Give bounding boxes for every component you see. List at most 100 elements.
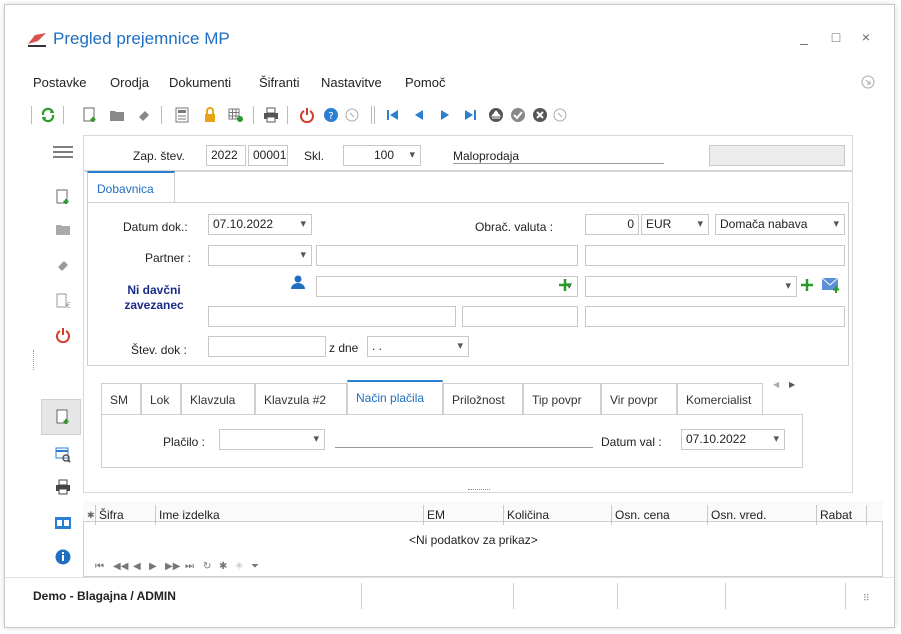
eject-icon[interactable] bbox=[487, 105, 505, 125]
address-dropdown[interactable] bbox=[585, 276, 797, 297]
tab-tip-povpr[interactable]: Tip povpr bbox=[523, 383, 601, 415]
sidebar-new-icon[interactable] bbox=[53, 187, 73, 207]
nav-next-icon[interactable]: ▶ bbox=[149, 561, 157, 572]
close-button[interactable]: × bbox=[857, 29, 875, 45]
open-folder-icon[interactable] bbox=[108, 105, 126, 125]
power-icon[interactable] bbox=[298, 105, 316, 125]
menu-nastavitve[interactable]: Nastavitve bbox=[321, 75, 382, 90]
cancel-icon[interactable] bbox=[531, 105, 549, 125]
grid-settings-icon[interactable] bbox=[227, 105, 245, 125]
tab-lok[interactable]: Lok bbox=[141, 383, 181, 415]
add-address-icon[interactable] bbox=[800, 278, 814, 292]
grid-empty-message: <Ni podatkov za prikaz> bbox=[409, 533, 538, 547]
email-add-icon[interactable] bbox=[821, 276, 841, 294]
eraser-icon[interactable] bbox=[135, 105, 153, 125]
tab-vir-povpr[interactable]: Vir povpr bbox=[601, 383, 677, 415]
nav-prev-page-icon[interactable]: ◀◀ bbox=[113, 561, 128, 572]
tab-nacin-placila[interactable]: Način plačila bbox=[347, 380, 443, 414]
partner-extra-field[interactable] bbox=[585, 245, 845, 266]
tabs-scroll-left-icon[interactable]: ◀ bbox=[773, 380, 779, 389]
calculator-icon[interactable] bbox=[173, 105, 191, 125]
hamburger-menu-icon[interactable] bbox=[53, 142, 73, 162]
menu-pomoc[interactable]: Pomoč bbox=[405, 75, 445, 90]
new-document-icon[interactable] bbox=[81, 105, 99, 125]
next-record-icon[interactable] bbox=[436, 105, 454, 125]
partner-name-field[interactable] bbox=[316, 245, 578, 266]
refresh-icon[interactable] bbox=[39, 105, 57, 125]
sidebar-eraser-icon[interactable] bbox=[53, 255, 73, 275]
menu-postavke[interactable]: Postavke bbox=[33, 75, 86, 90]
nav-prev-icon[interactable]: ◀ bbox=[133, 561, 141, 572]
skl-name-underline bbox=[453, 163, 664, 164]
tab-priloznost[interactable]: Priložnost bbox=[443, 383, 523, 415]
splitter-handle[interactable] bbox=[468, 489, 490, 490]
stev-dok-field[interactable] bbox=[208, 336, 326, 357]
partner-dropdown[interactable] bbox=[208, 245, 312, 266]
grid-new-row-icon[interactable]: ✱ bbox=[84, 505, 96, 525]
sidebar-new-line-icon[interactable] bbox=[53, 407, 73, 427]
first-record-icon[interactable] bbox=[384, 105, 402, 125]
skl-dropdown[interactable]: 100 bbox=[343, 145, 421, 166]
placilo-dropdown[interactable] bbox=[219, 429, 325, 450]
help-icon[interactable]: ? bbox=[322, 105, 340, 125]
collapse-small-icon[interactable] bbox=[343, 105, 361, 125]
add-contact-icon[interactable] bbox=[558, 278, 572, 292]
tab-klavzula[interactable]: Klavzula bbox=[181, 383, 255, 415]
maximize-button[interactable]: □ bbox=[827, 29, 845, 45]
nav-next-page-icon[interactable]: ▶▶ bbox=[165, 561, 180, 572]
col-ime-izdelka[interactable]: Ime izdelka bbox=[156, 505, 424, 525]
col-osn-vred[interactable]: Osn. vred. bbox=[708, 505, 817, 525]
sidebar-table-search-icon[interactable] bbox=[53, 445, 73, 465]
sidebar-folder-icon[interactable] bbox=[53, 219, 73, 239]
nav-first-icon[interactable]: ⏮ bbox=[95, 561, 104, 572]
col-kolicina[interactable]: Količina bbox=[504, 505, 612, 525]
zap-number-field[interactable]: 00001 bbox=[248, 145, 288, 166]
post-field[interactable] bbox=[462, 306, 578, 327]
sidebar-document-euro-icon[interactable]: € bbox=[53, 291, 73, 311]
lock-icon[interactable] bbox=[201, 105, 219, 125]
sidebar-power-icon[interactable] bbox=[53, 325, 73, 345]
print-icon[interactable] bbox=[262, 105, 280, 125]
col-em[interactable]: EM bbox=[424, 505, 504, 525]
collapse-toolbar-icon[interactable] bbox=[551, 105, 569, 125]
zdne-date-field[interactable]: . . bbox=[367, 336, 469, 357]
col-sifra[interactable]: Šifra bbox=[96, 505, 156, 525]
confirm-icon[interactable] bbox=[509, 105, 527, 125]
menu-collapse-icon[interactable] bbox=[861, 75, 875, 89]
contact-person-icon[interactable] bbox=[291, 275, 305, 289]
tab-klavzula-2[interactable]: Klavzula #2 bbox=[255, 383, 347, 415]
tabs-scroll-right-icon[interactable]: ▶ bbox=[789, 380, 795, 389]
datum-dok-field[interactable]: 07.10.2022 bbox=[208, 214, 312, 235]
sidebar-columns-icon[interactable] bbox=[53, 513, 73, 533]
zap-year-field[interactable]: 2022 bbox=[206, 145, 246, 166]
menu-orodja[interactable]: Orodja bbox=[110, 75, 149, 90]
tab-komercialist[interactable]: Komercialist bbox=[677, 383, 763, 415]
nav-insert-icon[interactable]: ✳ bbox=[235, 561, 243, 572]
tab-dobavnica[interactable]: Dobavnica bbox=[87, 171, 175, 203]
tab-sm[interactable]: SM bbox=[101, 383, 141, 415]
contact-dropdown[interactable] bbox=[316, 276, 578, 297]
menu-sifranti[interactable]: Šifranti bbox=[259, 75, 299, 90]
nav-filter-icon[interactable]: ⏷ bbox=[251, 561, 259, 572]
col-rabat[interactable]: Rabat bbox=[817, 505, 867, 525]
address-line-field[interactable] bbox=[208, 306, 456, 327]
datum-val-field[interactable]: 07.10.2022 bbox=[681, 429, 785, 450]
col-osn-cena[interactable]: Osn. cena bbox=[612, 505, 708, 525]
city-field[interactable] bbox=[585, 306, 845, 327]
valuta-currency-dropdown[interactable]: EUR bbox=[641, 214, 709, 235]
sidebar-splitter[interactable] bbox=[33, 350, 34, 370]
nav-append-icon[interactable]: ✱ bbox=[219, 561, 227, 572]
sidebar-print-icon[interactable] bbox=[53, 477, 73, 497]
nav-last-icon[interactable]: ⏭ bbox=[185, 561, 194, 572]
valuta-amount-field[interactable]: 0 bbox=[585, 214, 639, 235]
sidebar-info-icon[interactable] bbox=[53, 547, 73, 567]
nabava-dropdown[interactable]: Domača nabava bbox=[715, 214, 845, 235]
menu-dokumenti[interactable]: Dokumenti bbox=[169, 75, 231, 90]
resize-grip-icon[interactable]: ⠿ bbox=[863, 593, 870, 604]
minimize-button[interactable]: _ bbox=[795, 29, 813, 45]
previous-record-icon[interactable] bbox=[410, 105, 428, 125]
last-record-icon[interactable] bbox=[461, 105, 479, 125]
col-more[interactable] bbox=[867, 505, 882, 525]
nav-refresh-icon[interactable]: ↻ bbox=[203, 561, 211, 572]
stev-dok-label: Štev. dok : bbox=[131, 343, 187, 357]
